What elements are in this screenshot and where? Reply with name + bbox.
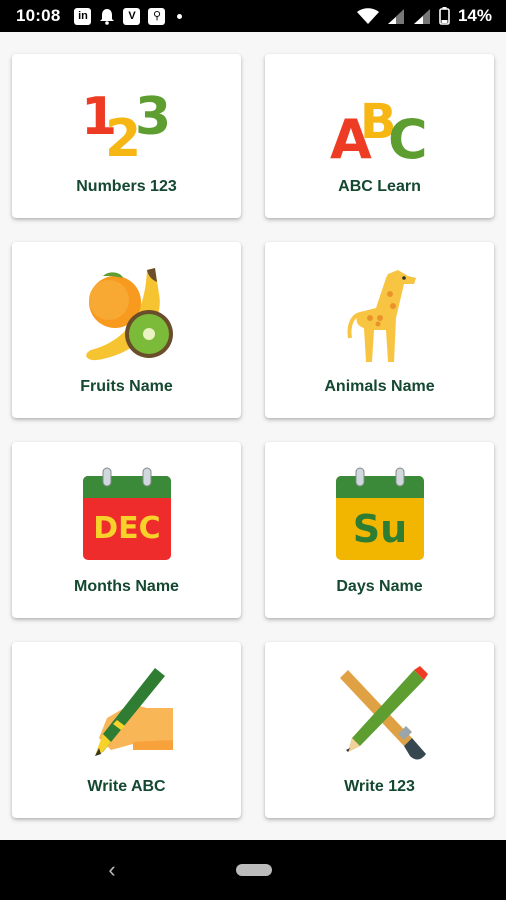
months-card[interactable]: DEC Months Name xyxy=(12,442,241,618)
pencil-brush-icon xyxy=(339,666,428,760)
card-label: Fruits Name xyxy=(80,378,173,395)
card-label: Write ABC xyxy=(87,778,166,795)
write-123-card[interactable]: Write 123 xyxy=(265,642,494,818)
linkedin-icon: in xyxy=(74,7,92,25)
abc-letters-icon: A B C xyxy=(330,94,428,162)
abc-card[interactable]: A B C ABC Learn xyxy=(265,54,494,218)
giraffe-icon xyxy=(347,270,416,362)
numbers-123-icon: 1 2 3 xyxy=(81,87,171,162)
v-app-icon: V xyxy=(123,7,141,25)
card-label: Write 123 xyxy=(344,778,415,795)
card-label: ABC Learn xyxy=(338,178,421,195)
fruits-icon xyxy=(85,268,173,361)
card-label: Animals Name xyxy=(324,378,435,395)
svg-text:C: C xyxy=(388,108,428,162)
card-label: Days Name xyxy=(336,578,423,595)
signal-icon xyxy=(387,8,404,24)
calendar-badge: Su xyxy=(352,507,406,551)
calendar-su-icon: Su xyxy=(335,467,424,560)
hand-pen-icon xyxy=(94,668,173,756)
calendar-dec-icon: DEC xyxy=(82,467,171,560)
navigation-bar: ‹ xyxy=(0,840,506,900)
animals-card[interactable]: Animals Name xyxy=(265,242,494,418)
more-notifications-icon xyxy=(177,13,183,19)
fruits-card[interactable]: Fruits Name xyxy=(12,242,241,418)
card-label: Months Name xyxy=(74,578,179,595)
menu-grid: 1 2 3 Numbers 123 A B C ABC Learn Fruits… xyxy=(12,54,496,818)
usb-icon: ⚲ xyxy=(148,7,166,25)
battery-level: 14% xyxy=(457,6,492,25)
status-bar: 10:08 in V ⚲ 14% xyxy=(0,0,506,32)
write-abc-card[interactable]: Write ABC xyxy=(12,642,241,818)
signal-icon xyxy=(413,8,430,24)
wifi-icon xyxy=(356,7,379,24)
days-card[interactable]: Su Days Name xyxy=(265,442,494,618)
card-label: Numbers 123 xyxy=(76,178,177,195)
notification-icon xyxy=(100,8,115,25)
battery-icon xyxy=(439,7,450,25)
back-icon[interactable]: ‹ xyxy=(102,857,122,883)
svg-text:3: 3 xyxy=(135,87,171,147)
calendar-badge: DEC xyxy=(93,511,160,546)
numbers-card[interactable]: 1 2 3 Numbers 123 xyxy=(12,54,241,218)
home-button[interactable] xyxy=(236,864,272,876)
status-time: 10:08 xyxy=(16,6,61,25)
